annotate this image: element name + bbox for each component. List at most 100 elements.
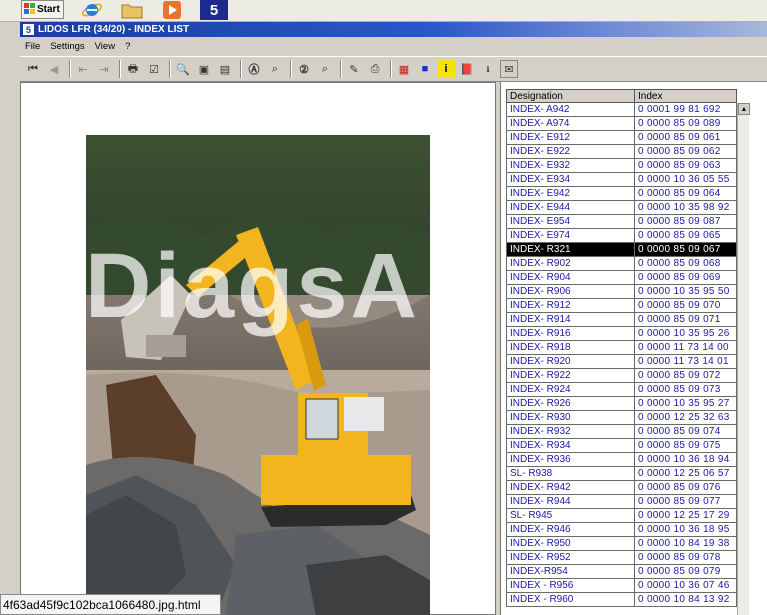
index-cell[interactable]: 0 0000 10 36 18 94 <box>634 452 737 467</box>
designation-cell[interactable]: INDEX- R922 <box>506 368 635 383</box>
previous-page-icon[interactable]: ◀ <box>45 60 63 78</box>
table-row[interactable]: INDEX- R950 0 0000 10 84 19 38 <box>506 536 737 551</box>
lidos-app-icon[interactable]: 5 <box>200 0 228 20</box>
search-number-next-icon[interactable]: ⌕ <box>316 60 334 78</box>
table-row[interactable]: INDEX- R918 0 0000 11 73 14 00 <box>506 340 737 355</box>
table-row[interactable]: INDEX- R926 0 0000 10 35 95 27 <box>506 396 737 411</box>
catalog-book-icon[interactable]: 📕 <box>458 60 476 78</box>
designation-cell[interactable]: INDEX- R924 <box>506 382 635 397</box>
table-row[interactable]: INDEX- E974 0 0000 85 09 065 <box>506 228 737 243</box>
internet-explorer-icon[interactable] <box>80 0 104 20</box>
designation-cell[interactable]: INDEX- E912 <box>506 130 635 145</box>
table-row[interactable]: INDEX- R922 0 0000 85 09 072 <box>506 368 737 383</box>
designation-cell[interactable]: INDEX- R920 <box>506 354 635 369</box>
index-cell[interactable]: 0 0000 85 09 071 <box>634 312 737 327</box>
index-cell[interactable]: 0 0000 85 09 069 <box>634 270 737 285</box>
vertical-scrollbar[interactable]: ▲ <box>737 103 750 615</box>
designation-cell[interactable]: INDEX- E922 <box>506 144 635 159</box>
table-row[interactable]: INDEX- E954 0 0000 85 09 087 <box>506 214 737 229</box>
index-cell[interactable]: 0 0000 85 09 072 <box>634 368 737 383</box>
index-cell[interactable]: 0 0000 85 09 068 <box>634 256 737 271</box>
menu-file[interactable]: File <box>20 41 45 52</box>
designation-cell[interactable]: INDEX- E942 <box>506 186 635 201</box>
designation-cell[interactable]: INDEX- R916 <box>506 326 635 341</box>
designation-cell[interactable]: INDEX- E954 <box>506 214 635 229</box>
index-cell[interactable]: 0 0000 10 35 98 92 <box>634 200 737 215</box>
designation-cell[interactable]: SL- R938 <box>506 466 635 481</box>
fit-width-icon[interactable]: ▤ <box>216 60 234 78</box>
search-text-icon[interactable]: Ⓐ <box>245 60 263 78</box>
edit-note-icon[interactable]: ✎ <box>345 60 363 78</box>
designation-cell[interactable]: INDEX- E934 <box>506 172 635 187</box>
table-row[interactable]: INDEX- R930 0 0000 12 25 32 63 <box>506 410 737 425</box>
zoom-icon[interactable]: 🔍 <box>174 60 192 78</box>
table-row[interactable]: INDEX- R944 0 0000 85 09 077 <box>506 494 737 509</box>
index-cell[interactable]: 0 0000 85 09 061 <box>634 130 737 145</box>
index-cell[interactable]: 0 0000 12 25 32 63 <box>634 410 737 425</box>
forward-page-icon[interactable]: ⇥ <box>95 60 113 78</box>
designation-cell[interactable]: INDEX- R904 <box>506 270 635 285</box>
designation-cell[interactable]: INDEX- R932 <box>506 424 635 439</box>
index-cell[interactable]: 0 0000 12 25 06 57 <box>634 466 737 481</box>
table-row[interactable]: INDEX- R936 0 0000 10 36 18 94 <box>506 452 737 467</box>
index-cell[interactable]: 0 0000 85 09 065 <box>634 228 737 243</box>
index-cell[interactable]: 0 0000 85 09 070 <box>634 298 737 313</box>
search-next-icon[interactable]: ⌕ <box>266 60 284 78</box>
index-cell[interactable]: 0 0000 85 09 079 <box>634 564 737 579</box>
designation-cell[interactable]: INDEX- R918 <box>506 340 635 355</box>
table-row[interactable]: INDEX- E944 0 0000 10 35 98 92 <box>506 200 737 215</box>
table-row[interactable]: INDEX- R904 0 0000 85 09 069 <box>506 270 737 285</box>
index-cell[interactable]: 0 0000 12 25 17 29 <box>634 508 737 523</box>
table-row[interactable]: INDEX - R956 0 0000 10 36 07 46 <box>506 578 737 593</box>
header-index[interactable]: Index <box>634 89 737 103</box>
table-row[interactable]: INDEX- E942 0 0000 85 09 064 <box>506 186 737 201</box>
table-row[interactable]: INDEX- R934 0 0000 85 09 075 <box>506 438 737 453</box>
table-row[interactable]: INDEX - R960 0 0000 10 84 13 92 <box>506 592 737 607</box>
index-cell[interactable]: 0 0000 85 09 077 <box>634 494 737 509</box>
designation-cell[interactable]: INDEX- E974 <box>506 228 635 243</box>
table-row[interactable]: INDEX- R942 0 0000 85 09 076 <box>506 480 737 495</box>
table-row[interactable]: INDEX- R906 0 0000 10 35 95 50 <box>506 284 737 299</box>
table-row[interactable]: INDEX- R912 0 0000 85 09 070 <box>506 298 737 313</box>
designation-cell[interactable]: INDEX- R952 <box>506 550 635 565</box>
index-cell[interactable]: 0 0000 11 73 14 00 <box>634 340 737 355</box>
start-button[interactable]: Start <box>21 0 64 19</box>
menu-help[interactable]: ? <box>120 41 135 52</box>
designation-cell[interactable]: INDEX-R954 <box>506 564 635 579</box>
index-cell[interactable]: 0 0000 85 09 089 <box>634 116 737 131</box>
table-row[interactable]: INDEX-R954 0 0000 85 09 079 <box>506 564 737 579</box>
index-cell[interactable]: 0 0000 85 09 074 <box>634 424 737 439</box>
blue-square-icon[interactable]: ■ <box>416 60 434 78</box>
designation-cell[interactable]: INDEX- R926 <box>506 396 635 411</box>
table-row[interactable]: SL- R938 0 0000 12 25 06 57 <box>506 466 737 481</box>
grid-icon[interactable]: ▦ <box>395 60 413 78</box>
designation-cell[interactable]: INDEX- R950 <box>506 536 635 551</box>
designation-cell[interactable]: INDEX - R956 <box>506 578 635 593</box>
index-cell[interactable]: 0 0000 10 36 07 46 <box>634 578 737 593</box>
index-cell[interactable]: 0 0000 85 09 062 <box>634 144 737 159</box>
folder-icon[interactable] <box>120 0 144 20</box>
table-row[interactable]: INDEX- R946 0 0000 10 36 18 95 <box>506 522 737 537</box>
table-row[interactable]: INDEX- R920 0 0000 11 73 14 01 <box>506 354 737 369</box>
designation-cell[interactable]: INDEX- R912 <box>506 298 635 313</box>
search-number-icon[interactable]: ② <box>295 60 313 78</box>
index-cell[interactable]: 0 0000 85 09 073 <box>634 382 737 397</box>
menu-settings[interactable]: Settings <box>45 41 89 52</box>
designation-cell[interactable]: INDEX- R936 <box>506 452 635 467</box>
table-row[interactable]: SL- R945 0 0000 12 25 17 29 <box>506 508 737 523</box>
index-cell[interactable]: 0 0000 10 84 19 38 <box>634 536 737 551</box>
designation-cell[interactable]: INDEX- A974 <box>506 116 635 131</box>
index-cell[interactable]: 0 0000 85 09 064 <box>634 186 737 201</box>
index-cell[interactable]: 0 0000 85 09 087 <box>634 214 737 229</box>
table-row[interactable]: INDEX- A974 0 0000 85 09 089 <box>506 116 737 131</box>
designation-cell[interactable]: INDEX- R934 <box>506 438 635 453</box>
table-row[interactable]: INDEX- R924 0 0000 85 09 073 <box>506 382 737 397</box>
table-row[interactable]: INDEX- A942 0 0001 99 81 692 <box>506 102 737 117</box>
index-cell[interactable]: 0 0000 10 35 95 50 <box>634 284 737 299</box>
designation-cell[interactable]: SL- R945 <box>506 508 635 523</box>
designation-cell[interactable]: INDEX- R942 <box>506 480 635 495</box>
header-designation[interactable]: Designation <box>506 89 635 103</box>
index-cell[interactable]: 0 0000 85 09 078 <box>634 550 737 565</box>
table-row[interactable]: INDEX- E932 0 0000 85 09 063 <box>506 158 737 173</box>
index-cell[interactable]: 0 0001 99 81 692 <box>634 102 737 117</box>
